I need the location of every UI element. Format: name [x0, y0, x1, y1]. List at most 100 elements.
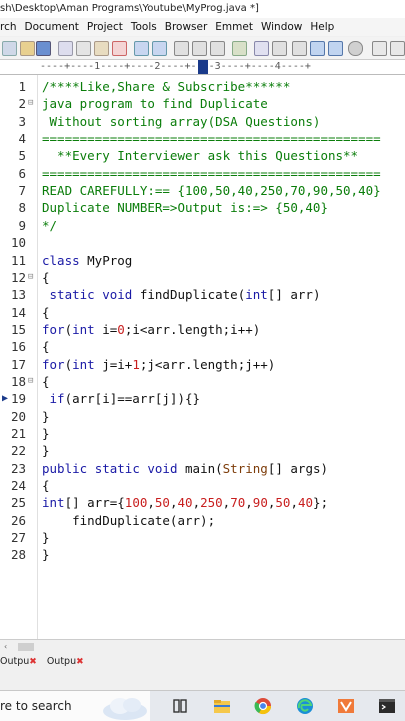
- fold-toggle-icon[interactable]: ⊟: [28, 269, 33, 286]
- goto-icon[interactable]: [232, 41, 247, 56]
- code-line[interactable]: 9 */: [0, 217, 405, 234]
- menu-item-tools[interactable]: Tools: [131, 18, 157, 36]
- code-line[interactable]: 22}: [0, 442, 405, 459]
- code-token: }: [42, 547, 50, 563]
- output-tab[interactable]: Outpu✖: [47, 654, 84, 669]
- menu-item-rch[interactable]: rch: [0, 18, 17, 36]
- code-line[interactable]: 26 findDuplicate(arr);: [0, 512, 405, 529]
- replace-icon[interactable]: [210, 41, 225, 56]
- line-number: 18: [10, 373, 26, 389]
- code-token: 50: [154, 495, 170, 511]
- code-line[interactable]: 10: [0, 234, 405, 251]
- line-number: 27: [10, 530, 26, 546]
- code-line[interactable]: 23 public static void main(String[] args): [0, 460, 405, 477]
- code-line[interactable]: 13 static void findDuplicate(int[] arr): [0, 286, 405, 303]
- code-line[interactable]: 19 if(arr[i]==arr[j]){} ▶: [0, 390, 405, 407]
- menu-item-window[interactable]: Window: [261, 18, 302, 36]
- code-token: (arr[i]==arr[j]){}: [64, 391, 201, 407]
- new-file-icon[interactable]: [2, 41, 17, 56]
- close-icon[interactable]: ✖: [29, 657, 37, 667]
- menu-item-emmet[interactable]: Emmet: [215, 18, 253, 36]
- code-line[interactable]: 27}: [0, 529, 405, 546]
- code-line[interactable]: 18 ⊟ {: [0, 373, 405, 390]
- grid-icon[interactable]: [328, 41, 343, 56]
- code-token: for: [42, 321, 65, 337]
- font-icon[interactable]: [254, 41, 269, 56]
- code-line[interactable]: 5 **Every Interviewer ask this Questions…: [0, 147, 405, 164]
- terminal-icon[interactable]: [378, 697, 396, 715]
- redo-icon[interactable]: [152, 41, 167, 56]
- code-line[interactable]: 4 =======================================…: [0, 130, 405, 147]
- code-text: }: [42, 408, 50, 425]
- code-token: {: [42, 269, 50, 285]
- find-next-icon[interactable]: [192, 41, 207, 56]
- copy-icon[interactable]: [76, 41, 91, 56]
- code-text: */: [42, 217, 57, 234]
- code-line[interactable]: 14 {: [0, 304, 405, 321]
- horizontal-scrollbar[interactable]: ‹: [0, 639, 405, 652]
- menu-item-project[interactable]: Project: [87, 18, 123, 36]
- code-token: 40: [177, 495, 193, 511]
- code-line[interactable]: 6 =======================================…: [0, 165, 405, 182]
- window2-icon[interactable]: [390, 41, 405, 56]
- code-line[interactable]: 17 for(int j=i+1;j<arr.length;j++): [0, 356, 405, 373]
- window-icon[interactable]: [372, 41, 387, 56]
- settings-icon[interactable]: [348, 41, 363, 56]
- task-view-icon[interactable]: [171, 697, 189, 715]
- code-text: findDuplicate(arr);: [42, 512, 215, 529]
- code-line[interactable]: 15 for(int i=0;i<arr.length;i++): [0, 321, 405, 338]
- save-icon[interactable]: [36, 41, 51, 56]
- find-icon[interactable]: [174, 41, 189, 56]
- line-number: 24: [10, 478, 26, 494]
- code-line[interactable]: 25 int[] arr={100,50,40,250,70,90,50,40};: [0, 494, 405, 511]
- code-line[interactable]: 24 {: [0, 477, 405, 494]
- code-line[interactable]: 3 Without sorting array(DSA Questions): [0, 113, 405, 130]
- file-explorer-icon[interactable]: [213, 697, 231, 715]
- code-line[interactable]: 7 READ CAREFULLY:== {100,50,40,250,70,90,…: [0, 182, 405, 199]
- code-line[interactable]: 20}: [0, 408, 405, 425]
- code-token: String: [222, 460, 268, 476]
- code-line[interactable]: 11 class MyProg: [0, 252, 405, 269]
- scrollbar-thumb[interactable]: [18, 643, 34, 651]
- paste-icon[interactable]: [94, 41, 109, 56]
- code-text: for(int i=0;i<arr.length;i++): [42, 321, 260, 338]
- code-token: ;j<arr.length;j++): [139, 356, 276, 372]
- app-icon[interactable]: [337, 697, 355, 715]
- output-tab-label: Outpu: [0, 656, 30, 667]
- cut-icon[interactable]: [58, 41, 73, 56]
- code-token: {: [42, 304, 50, 320]
- code-line[interactable]: 1 /****Like,Share & Subscribe******: [0, 78, 405, 95]
- chrome-icon[interactable]: [254, 697, 272, 715]
- undo-icon[interactable]: [134, 41, 149, 56]
- delete-icon[interactable]: [112, 41, 127, 56]
- code-line[interactable]: 2 ⊟ java program to find Duplicate: [0, 95, 405, 112]
- open-icon[interactable]: [20, 41, 35, 56]
- menu-item-browser[interactable]: Browser: [165, 18, 208, 36]
- code-line[interactable]: 28}: [0, 546, 405, 563]
- fold-toggle-icon[interactable]: ⊟: [28, 373, 33, 390]
- scroll-left-icon[interactable]: ‹: [4, 642, 7, 651]
- code-text: {: [42, 304, 50, 321]
- ruler-icon[interactable]: [310, 41, 325, 56]
- menu-item-document[interactable]: Document: [25, 18, 79, 36]
- format-icon[interactable]: [272, 41, 287, 56]
- code-editor[interactable]: 1/****Like,Share & Subscribe****** 2 ⊟ java…: [0, 75, 405, 648]
- wrap-icon[interactable]: [292, 41, 307, 56]
- code-text: {: [42, 269, 50, 286]
- code-line[interactable]: 16 {: [0, 338, 405, 355]
- code-line[interactable]: 8 Duplicate NUMBER=>Output is:=> {50,40}: [0, 199, 405, 216]
- close-icon[interactable]: ✖: [76, 657, 84, 667]
- ruler: ----+----1----+----2----+----3----+----4…: [38, 60, 405, 75]
- code-text: java program to find Duplicate: [42, 95, 268, 112]
- menu-item-help[interactable]: Help: [310, 18, 334, 36]
- code-line[interactable]: 21}: [0, 425, 405, 442]
- code-token: int: [72, 356, 103, 372]
- edge-icon[interactable]: [296, 697, 314, 715]
- code-token: **Every Interviewer ask this Questions**: [42, 148, 359, 164]
- code-line[interactable]: 12 ⊟ {: [0, 269, 405, 286]
- window-title: sh\Desktop\Aman Programs\Youtube\MyProg.…: [0, 0, 405, 18]
- code-token: }: [42, 426, 50, 441]
- fold-toggle-icon[interactable]: ⊟: [28, 95, 33, 112]
- output-tab[interactable]: Outpu✖: [0, 654, 37, 669]
- taskbar-search-text: re to search: [0, 699, 72, 713]
